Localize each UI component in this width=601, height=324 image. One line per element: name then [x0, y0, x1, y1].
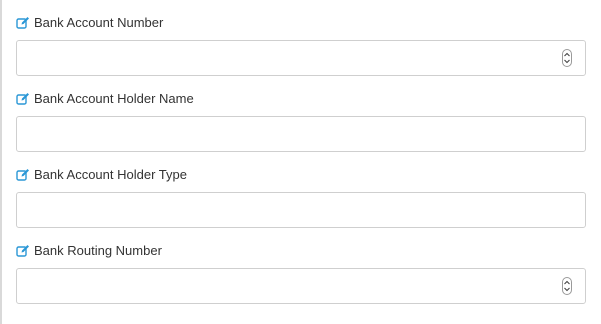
bank-account-holder-name-input-box[interactable] — [16, 116, 586, 152]
bank-account-number-input-box[interactable] — [16, 40, 586, 76]
field-bank-account-number: Bank Account Number — [16, 0, 586, 76]
field-label: Bank Account Holder Type — [34, 167, 187, 182]
bank-account-holder-name-input[interactable] — [17, 117, 567, 151]
field-label-row: Bank Routing Number — [16, 242, 162, 260]
bank-account-holder-type-input-box[interactable] — [16, 192, 586, 228]
panel-left-border — [0, 0, 2, 324]
field-label-row: Bank Account Number — [16, 14, 163, 32]
field-bank-account-holder-type: Bank Account Holder Type — [16, 152, 586, 228]
edit-icon — [16, 168, 30, 182]
edit-icon — [16, 16, 30, 30]
field-label-row: Bank Account Holder Name — [16, 90, 194, 108]
bank-account-holder-type-input[interactable] — [17, 193, 567, 227]
bank-details-form: Bank Account Number Bank Account Holder … — [16, 0, 586, 304]
bank-routing-number-input-box[interactable] — [16, 268, 586, 304]
field-label: Bank Routing Number — [34, 243, 162, 258]
bank-account-number-input[interactable] — [17, 41, 567, 75]
field-bank-account-holder-name: Bank Account Holder Name — [16, 76, 586, 152]
number-spinner[interactable] — [562, 49, 572, 67]
field-bank-routing-number: Bank Routing Number — [16, 228, 586, 304]
field-label: Bank Account Number — [34, 15, 164, 30]
edit-icon — [16, 92, 30, 106]
field-label: Bank Account Holder Name — [34, 91, 194, 106]
field-label-row: Bank Account Holder Type — [16, 166, 187, 184]
number-spinner[interactable] — [562, 277, 572, 295]
edit-icon — [16, 244, 30, 258]
bank-routing-number-input[interactable] — [17, 269, 567, 303]
